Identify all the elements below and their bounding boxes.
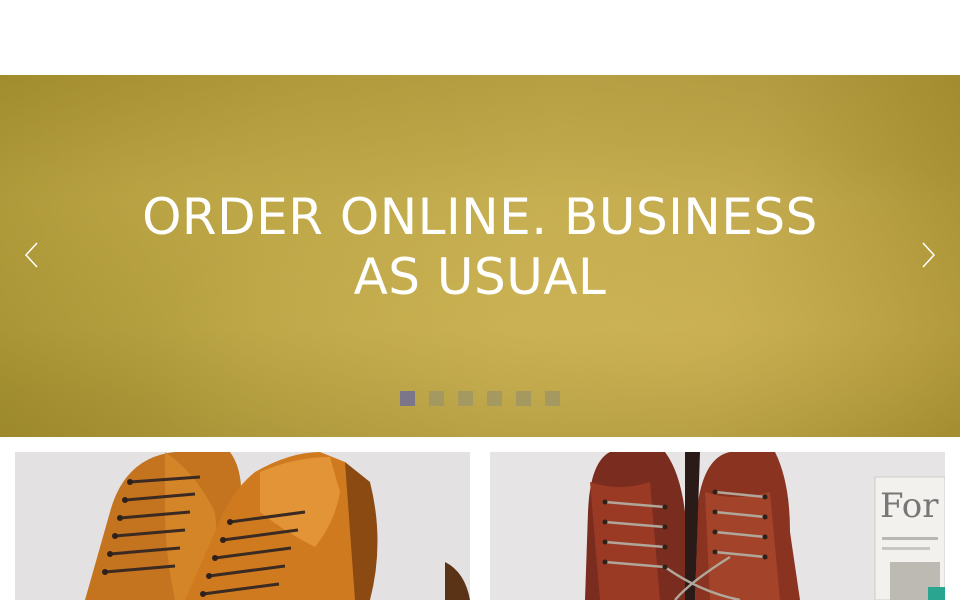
hero-headline: ORDER ONLINE. BUSINESS AS USUAL [142,188,818,306]
carousel-dot-6[interactable] [545,391,560,406]
product-card-tan-boots[interactable] [15,452,470,600]
chevron-left-icon [24,242,38,268]
carousel-dot-1[interactable] [400,391,415,406]
burgundy-boots-image: For [490,452,945,600]
carousel-dot-4[interactable] [487,391,502,406]
chevron-right-icon [922,242,936,268]
carousel-dot-5[interactable] [516,391,531,406]
carousel-prev-button[interactable] [18,241,46,269]
product-card-burgundy-boots[interactable]: For [490,452,945,600]
hero-carousel: ORDER ONLINE. BUSINESS AS USUAL [0,75,960,437]
tan-boots-image [15,452,470,600]
carousel-next-button[interactable] [914,241,942,269]
carousel-dot-2[interactable] [429,391,444,406]
top-header-bar [0,0,960,75]
magazine-text: For [880,486,939,526]
carousel-dot-3[interactable] [458,391,473,406]
